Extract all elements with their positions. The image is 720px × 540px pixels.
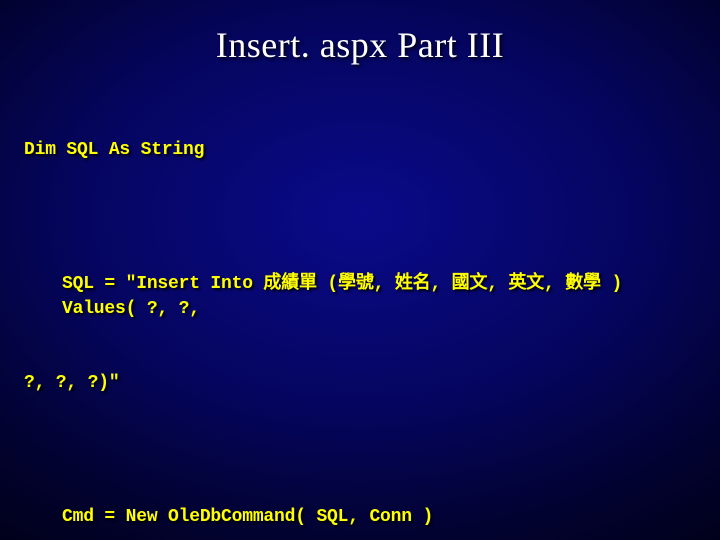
code-line: Cmd = New OleDbCommand( SQL, Conn )	[24, 505, 696, 530]
slide: Insert. aspx Part III Dim SQL As String …	[0, 0, 720, 540]
code-block: Dim SQL As String SQL = "Insert Into 成績單…	[24, 88, 696, 540]
code-line: ?, ?, ?)"	[24, 371, 696, 396]
slide-title: Insert. aspx Part III	[24, 24, 696, 66]
code-line: Dim SQL As String	[24, 138, 696, 163]
code-line: SQL = "Insert Into 成績單 (學號, 姓名, 國文, 英文, …	[24, 272, 696, 322]
